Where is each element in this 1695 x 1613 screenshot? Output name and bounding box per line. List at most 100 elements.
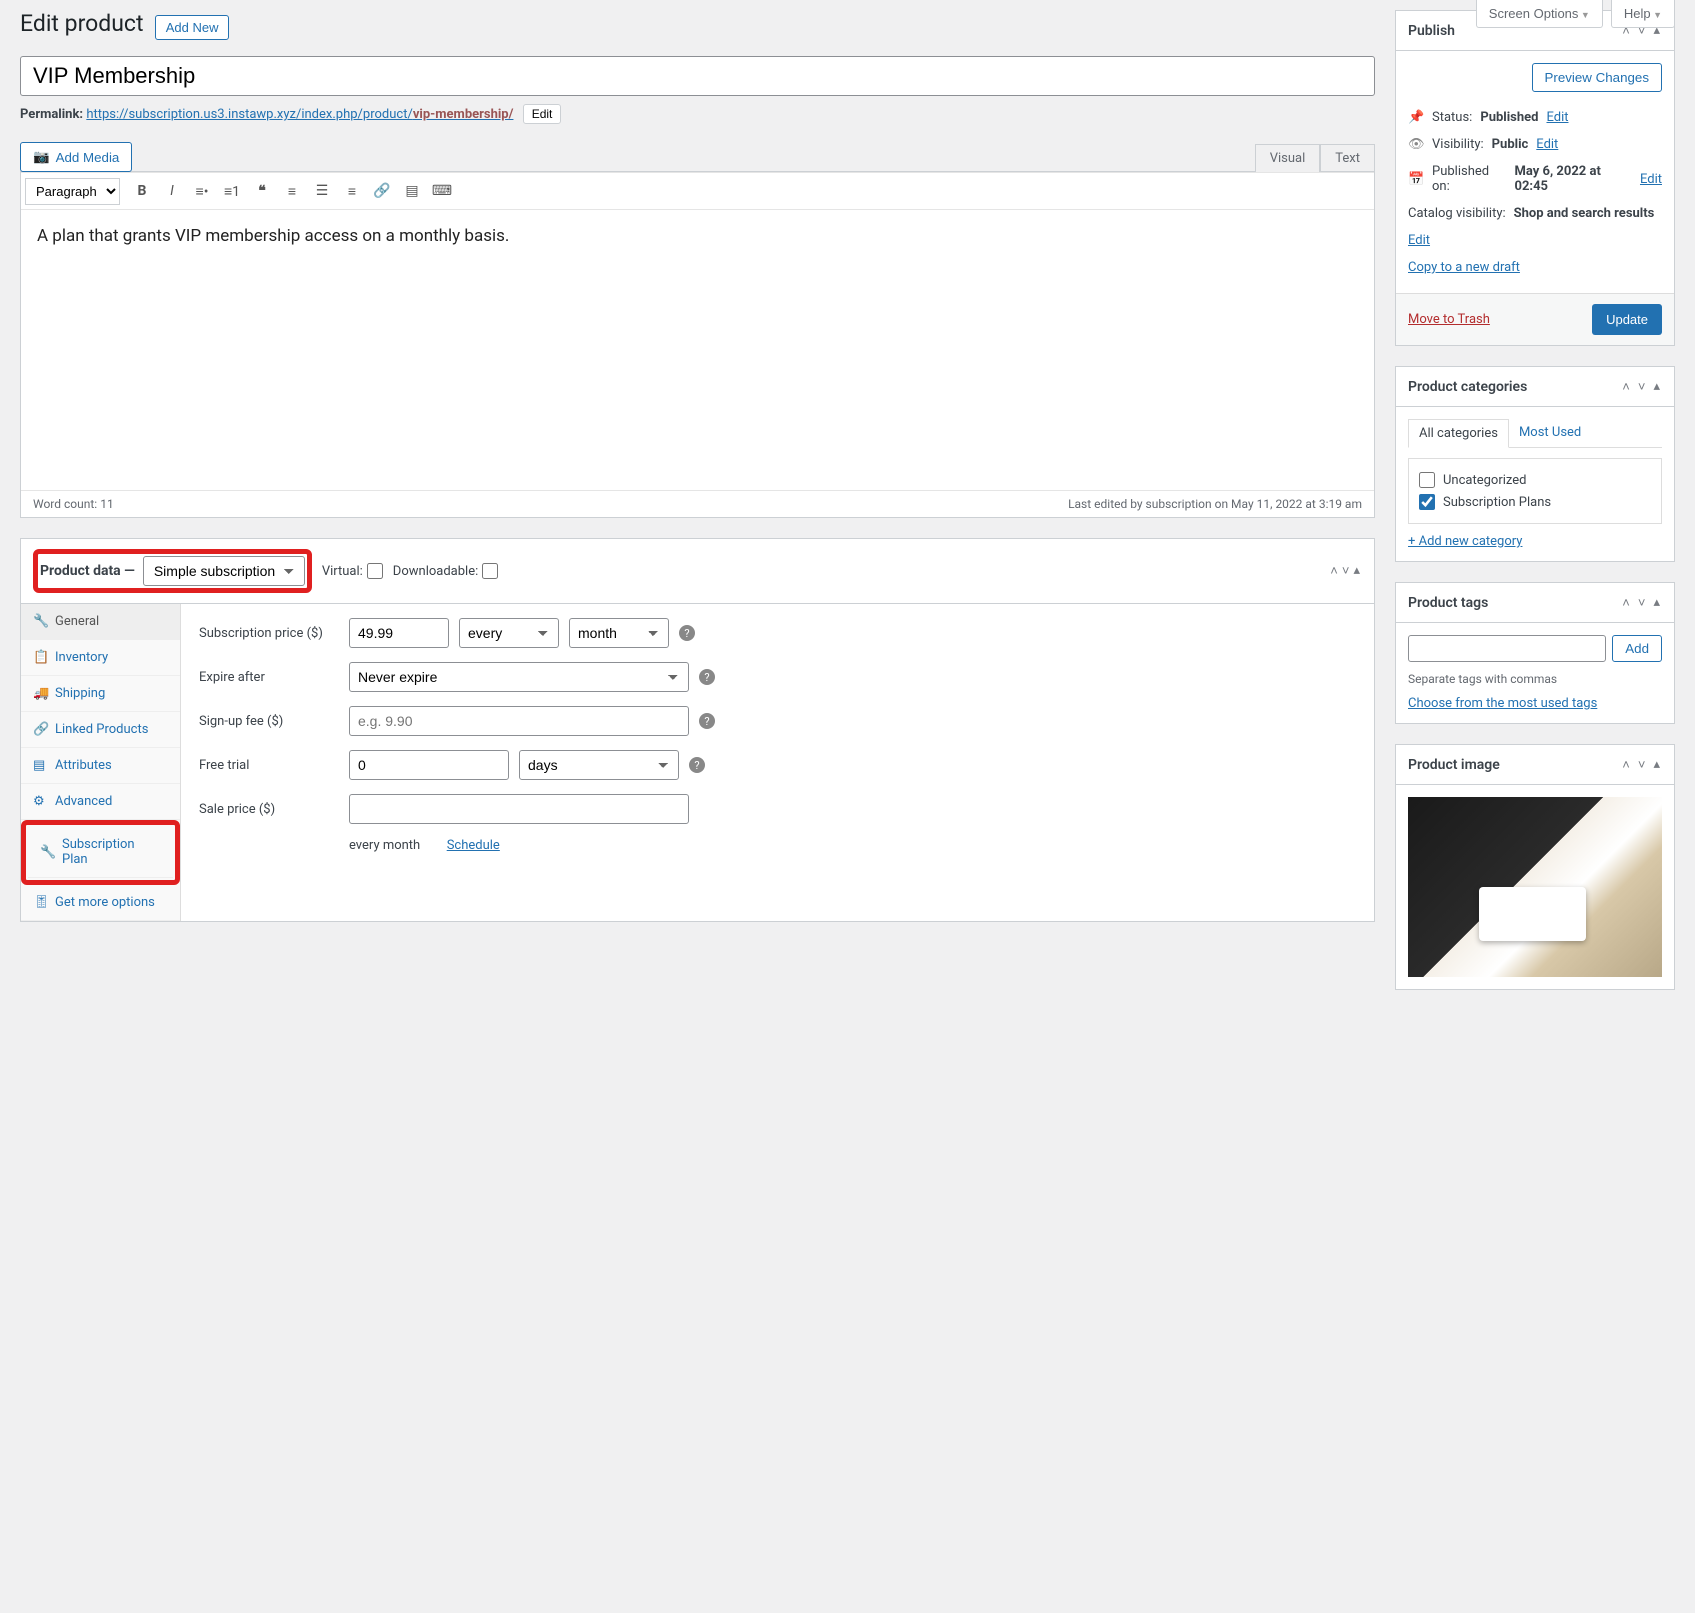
catalog-value: Shop and search results — [1514, 206, 1655, 221]
product-title-input[interactable] — [20, 56, 1375, 96]
subscription-price-label: Subscription price ($) — [199, 626, 339, 641]
virtual-checkbox-label: Virtual: — [322, 563, 383, 579]
help-icon[interactable]: ? — [699, 713, 715, 729]
update-button[interactable]: Update — [1592, 304, 1662, 335]
product-image-title: Product image — [1408, 757, 1620, 773]
category-item[interactable]: Subscription Plans — [1419, 491, 1651, 513]
help-icon[interactable]: ? — [689, 757, 705, 773]
virtual-checkbox[interactable] — [367, 563, 383, 579]
tab-visual[interactable]: Visual — [1255, 144, 1321, 172]
catalog-label: Catalog visibility: — [1408, 206, 1506, 221]
readmore-icon[interactable]: ▤ — [398, 177, 426, 205]
align-center-icon[interactable]: ☰ — [308, 177, 336, 205]
status-edit-link[interactable]: Edit — [1546, 110, 1568, 125]
tag-hint: Separate tags with commas — [1408, 672, 1662, 686]
tab-shipping[interactable]: 🚚Shipping — [21, 676, 180, 712]
add-new-category-link[interactable]: + Add new category — [1408, 534, 1522, 549]
chevron-down-icon[interactable]: ˅ — [1636, 593, 1648, 613]
chevron-down-icon[interactable]: ˅ — [1636, 377, 1648, 397]
choose-tags-link[interactable]: Choose from the most used tags — [1408, 696, 1597, 711]
tab-subscription-plan[interactable]: 🔧Subscription Plan — [28, 827, 173, 878]
align-right-icon[interactable]: ≡ — [338, 177, 366, 205]
help-icon[interactable]: ? — [699, 669, 715, 685]
tab-advanced[interactable]: ⚙Advanced — [21, 784, 180, 820]
tag-input[interactable] — [1408, 635, 1606, 662]
preview-changes-button[interactable]: Preview Changes — [1532, 63, 1662, 92]
visibility-edit-link[interactable]: Edit — [1536, 137, 1558, 152]
add-new-button[interactable]: Add New — [155, 15, 230, 40]
tab-all-categories[interactable]: All categories — [1408, 419, 1509, 448]
subscription-price-input[interactable] — [349, 618, 449, 648]
sale-price-input[interactable] — [349, 794, 689, 824]
published-label: Published on: — [1432, 164, 1507, 194]
published-edit-link[interactable]: Edit — [1640, 172, 1662, 187]
tab-most-used[interactable]: Most Used — [1509, 419, 1591, 447]
tab-attributes[interactable]: ▤Attributes — [21, 748, 180, 784]
chevron-up-icon[interactable]: ˄ — [1620, 593, 1632, 613]
camera-music-icon: 📷 — [33, 149, 50, 165]
triangle-up-icon[interactable]: ▴ — [1651, 593, 1662, 613]
category-checkbox-subscription-plans[interactable] — [1419, 494, 1435, 510]
product-type-select[interactable]: Simple subscription — [143, 556, 305, 586]
clipboard-icon: 📋 — [33, 650, 47, 665]
category-checkbox-uncategorized[interactable] — [1419, 472, 1435, 488]
downloadable-checkbox[interactable] — [482, 563, 498, 579]
add-media-button[interactable]: 📷 Add Media — [20, 142, 132, 172]
add-tag-button[interactable]: Add — [1612, 635, 1662, 662]
chevron-up-icon[interactable]: ˄ — [1328, 561, 1340, 581]
signup-fee-input[interactable] — [349, 706, 689, 736]
signup-fee-label: Sign-up fee ($) — [199, 714, 339, 729]
price-unit-select[interactable]: month — [569, 618, 669, 648]
catalog-edit-link[interactable]: Edit — [1408, 233, 1430, 248]
free-trial-unit-select[interactable]: days — [519, 750, 679, 780]
description-editor[interactable]: A plan that grants VIP membership access… — [21, 210, 1374, 490]
permalink-edit-button[interactable]: Edit — [523, 104, 562, 124]
schedule-link[interactable]: Schedule — [447, 838, 500, 853]
chevron-up-icon[interactable]: ˄ — [1620, 755, 1632, 775]
paragraph-select[interactable]: Paragraph — [25, 178, 120, 205]
link-icon[interactable]: 🔗 — [368, 177, 396, 205]
visibility-value: Public — [1492, 137, 1529, 152]
permalink-label: Permalink: — [20, 107, 83, 122]
chevron-down-icon[interactable]: ˅ — [1340, 561, 1352, 581]
free-trial-input[interactable] — [349, 750, 509, 780]
free-trial-label: Free trial — [199, 758, 339, 773]
tab-get-more-options[interactable]: 🎚Get more options — [21, 885, 180, 921]
category-item[interactable]: Uncategorized — [1419, 469, 1651, 491]
screen-options-button[interactable]: Screen Options — [1476, 0, 1603, 28]
tab-general[interactable]: 🔧General — [21, 604, 180, 640]
help-icon[interactable]: ? — [679, 625, 695, 641]
permalink-url[interactable]: https://subscription.us3.instawp.xyz/ind… — [86, 107, 513, 122]
help-button[interactable]: Help — [1611, 0, 1675, 28]
triangle-up-icon[interactable]: ▴ — [1651, 377, 1662, 397]
align-left-icon[interactable]: ≡ — [278, 177, 306, 205]
downloadable-checkbox-label: Downloadable: — [393, 563, 498, 579]
expire-select[interactable]: Never expire — [349, 662, 689, 692]
bold-icon[interactable]: B — [128, 177, 156, 205]
move-to-trash-link[interactable]: Move to Trash — [1408, 312, 1490, 327]
triangle-up-icon[interactable]: ▴ — [1351, 561, 1362, 581]
status-value: Published — [1480, 110, 1538, 125]
page-title: Edit product — [20, 10, 143, 37]
price-every-select[interactable]: every — [459, 618, 559, 648]
published-value: May 6, 2022 at 02:45 — [1515, 164, 1632, 194]
link-icon: 🔗 — [33, 722, 47, 737]
italic-icon[interactable]: I — [158, 177, 186, 205]
numbered-list-icon[interactable]: ≡1 — [218, 177, 246, 205]
expire-label: Expire after — [199, 670, 339, 685]
copy-draft-link[interactable]: Copy to a new draft — [1408, 260, 1520, 275]
product-image-thumbnail[interactable] — [1408, 797, 1662, 977]
chevron-up-icon[interactable]: ˄ — [1620, 377, 1632, 397]
tab-text[interactable]: Text — [1320, 144, 1375, 172]
sliders-icon: 🎚 — [33, 895, 47, 910]
status-label: Status: — [1432, 110, 1472, 125]
tab-linked-products[interactable]: 🔗Linked Products — [21, 712, 180, 748]
categories-title: Product categories — [1408, 379, 1620, 395]
chevron-down-icon[interactable]: ˅ — [1636, 755, 1648, 775]
tags-title: Product tags — [1408, 595, 1620, 611]
quote-icon[interactable]: ❝ — [248, 177, 276, 205]
toolbar-toggle-icon[interactable]: ⌨ — [428, 177, 456, 205]
tab-inventory[interactable]: 📋Inventory — [21, 640, 180, 676]
triangle-up-icon[interactable]: ▴ — [1651, 755, 1662, 775]
bullet-list-icon[interactable]: ≡• — [188, 177, 216, 205]
